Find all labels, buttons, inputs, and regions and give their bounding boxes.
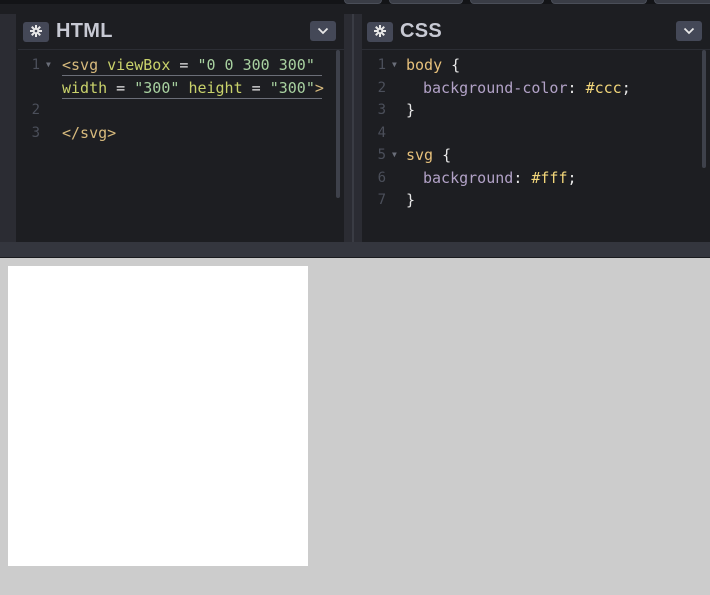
code-token: #ccc (585, 79, 622, 97)
css-settings-button[interactable] (367, 22, 393, 42)
html-pane-title: HTML (56, 20, 113, 42)
gear-icon (374, 25, 386, 39)
chevron-down-icon (683, 27, 695, 35)
line-number: 1 (377, 57, 386, 73)
code-token: width (62, 79, 108, 97)
fold-arrow-icon[interactable]: ▼ (392, 54, 402, 76)
code-token: body (406, 56, 443, 74)
code-line: background-color: #ccc; (423, 77, 631, 99)
code-token: viewBox (107, 56, 171, 74)
css-editor-pane: CSS 1 ▼ body { 2 background-color: #ccc;… (362, 14, 710, 242)
css-editor-scrollbar[interactable] (702, 50, 706, 168)
code-token: </svg> (62, 124, 117, 142)
code-line: width = "300" height = "300"> (62, 77, 324, 99)
chevron-down-icon (317, 27, 329, 35)
tag-match-underline (62, 98, 322, 99)
code-line: </svg> (62, 122, 116, 144)
html-collapse-button[interactable] (310, 21, 336, 41)
css-pane-title: CSS (400, 20, 443, 42)
code-token: #fff (531, 169, 568, 187)
code-line: body { (406, 54, 460, 76)
code-token: background (423, 169, 514, 187)
line-number: 2 (377, 80, 386, 96)
code-token: > (314, 79, 324, 97)
code-token: ; (621, 79, 631, 97)
code-line: <svg viewBox = "0 0 300 300" (62, 54, 315, 76)
html-editor-scrollbar[interactable] (336, 50, 340, 198)
code-line: } (406, 189, 415, 211)
line-number: 3 (31, 125, 40, 141)
html-settings-button[interactable] (23, 22, 49, 42)
code-token: "0 0 300 300" (197, 56, 315, 74)
code-token: "300" (134, 79, 180, 97)
code-token: = (170, 56, 198, 74)
line-number: 1 (31, 57, 40, 73)
html-pane-header: HTML (18, 14, 344, 50)
line-number: 4 (377, 125, 386, 141)
pane-resize-grip (352, 14, 354, 242)
code-token: <svg (62, 56, 99, 74)
toolbar-tab[interactable] (344, 0, 382, 4)
fold-arrow-icon[interactable]: ▼ (392, 144, 402, 166)
code-line: background: #fff; (423, 167, 577, 189)
code-token: } (406, 101, 416, 119)
line-number: 7 (377, 192, 386, 208)
css-collapse-button[interactable] (676, 21, 702, 41)
code-token: "300" (269, 79, 315, 97)
code-token: svg (406, 146, 434, 164)
code-token: : (513, 169, 532, 187)
code-line: } (406, 99, 415, 121)
code-token: { (442, 56, 461, 74)
fold-arrow-icon[interactable]: ▼ (46, 54, 56, 76)
preview-resize-bar[interactable] (0, 242, 710, 258)
line-number: 5 (377, 147, 386, 163)
code-token: ; (567, 169, 577, 187)
result-preview (0, 258, 710, 595)
code-token: background-color (423, 79, 568, 97)
code-token: : (567, 79, 586, 97)
code-token: { (433, 146, 452, 164)
editor-panels: HTML 1 ▼ <svg viewBox = "0 0 300 300" wi… (0, 0, 710, 242)
line-number: 3 (377, 102, 386, 118)
code-token: = (242, 79, 270, 97)
toolbar-tab[interactable] (551, 0, 647, 4)
toolbar-tab[interactable] (470, 0, 544, 4)
tag-match-underline (62, 75, 322, 76)
codepen-editor-app: HTML 1 ▼ <svg viewBox = "0 0 300 300" wi… (0, 0, 710, 595)
rendered-svg-canvas (8, 266, 308, 566)
toolbar-tab[interactable] (654, 0, 710, 4)
code-line: svg { (406, 144, 451, 166)
line-number: 6 (377, 170, 386, 186)
html-editor-pane: HTML 1 ▼ <svg viewBox = "0 0 300 300" wi… (18, 14, 344, 242)
gear-icon (30, 25, 42, 39)
line-number: 2 (31, 102, 40, 118)
css-pane-header: CSS (362, 14, 710, 50)
toolbar-tab[interactable] (389, 0, 463, 4)
code-token: = (107, 79, 135, 97)
code-token: height (188, 79, 243, 97)
code-token: } (406, 191, 416, 209)
